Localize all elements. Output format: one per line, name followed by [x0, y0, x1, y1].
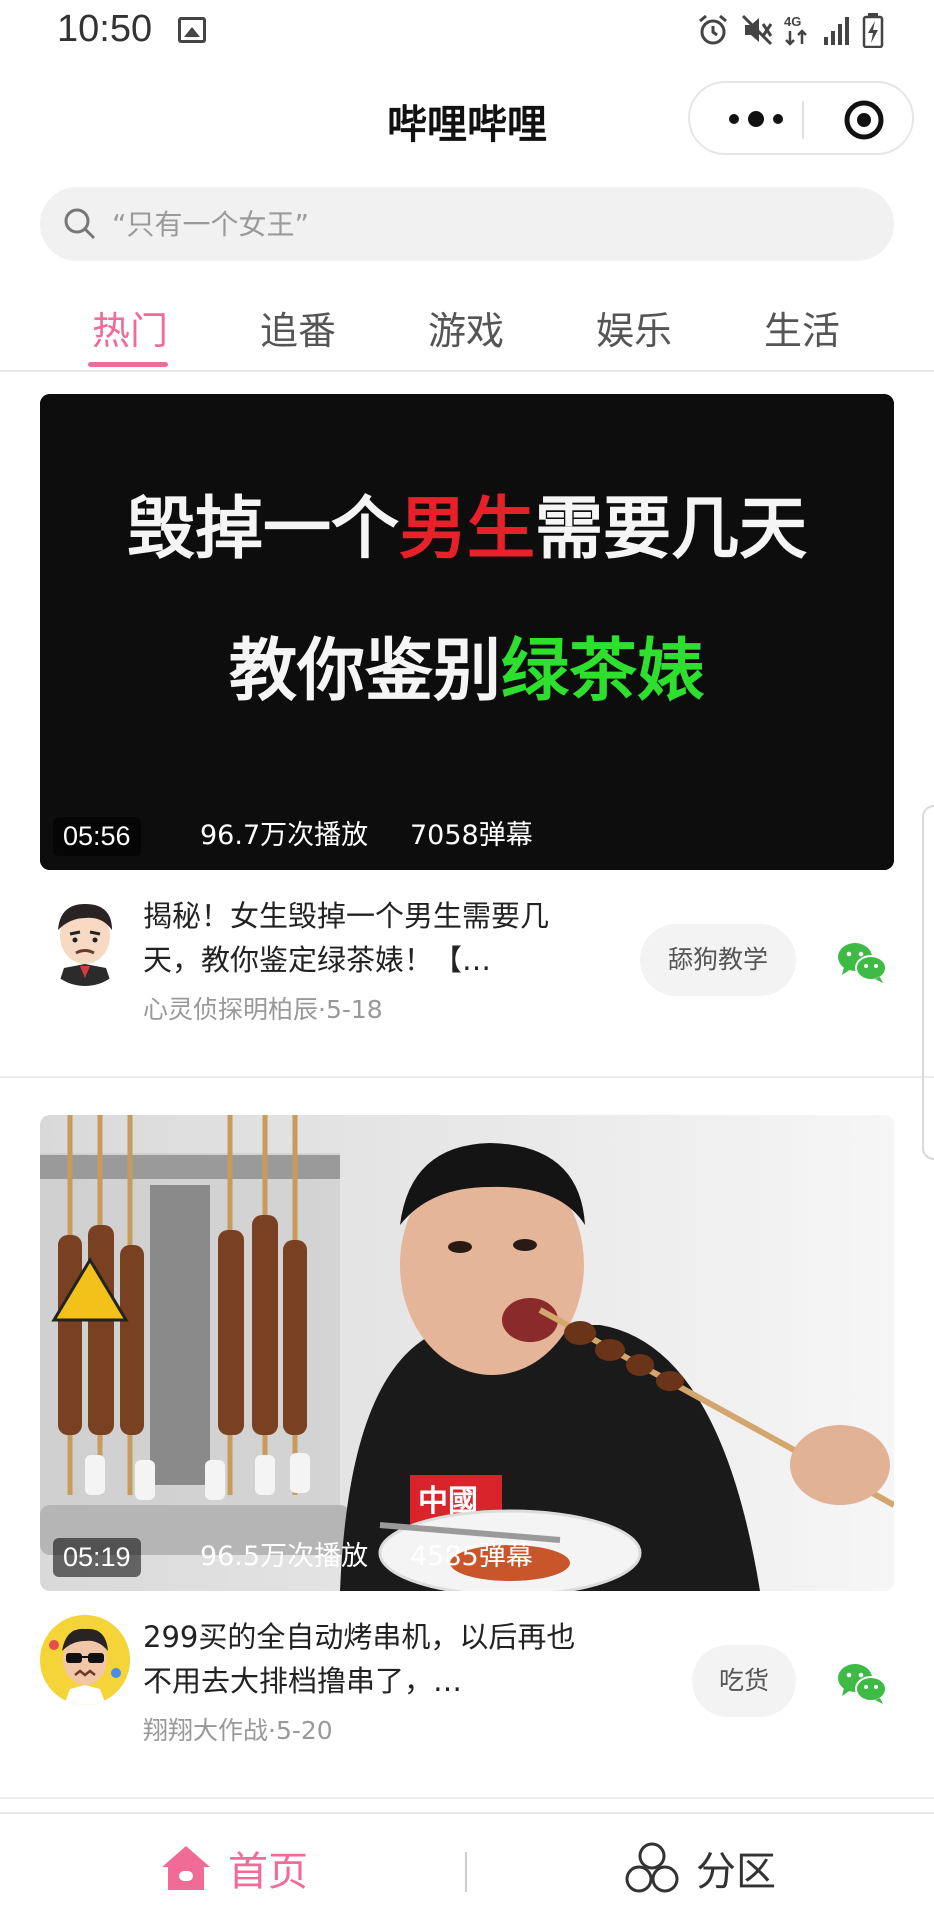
signal-icon — [824, 17, 849, 45]
capsule-divider — [802, 101, 804, 139]
categories-icon — [625, 1842, 679, 1893]
tab-life[interactable]: 生活 — [752, 300, 852, 355]
tab-entertainment[interactable]: 娱乐 — [584, 300, 684, 355]
active-tab-indicator — [88, 362, 168, 367]
video-tag[interactable]: 吃货 — [692, 1645, 796, 1717]
card-divider — [0, 1076, 934, 1078]
tab-anime[interactable]: 追番 — [248, 300, 348, 355]
view-count: 96.7万次播放 — [200, 820, 369, 851]
wechat-share-icon[interactable] — [836, 1661, 888, 1705]
miniprogram-capsule — [688, 81, 914, 155]
danmaku-count: 4585弹幕 — [410, 1541, 533, 1572]
svg-text:教你鉴别绿茶婊: 教你鉴别绿茶婊 — [229, 632, 705, 711]
avatar[interactable] — [40, 1615, 130, 1705]
thumb-text-1b: 男生 — [399, 490, 535, 569]
card-divider — [0, 1797, 934, 1799]
network-type-label: 4G — [784, 14, 801, 29]
author-date[interactable]: 心灵侦探明柏辰·5-18 — [143, 990, 383, 1026]
video-tag[interactable]: 舔狗教学 — [640, 924, 796, 996]
search-input[interactable] — [112, 187, 872, 261]
search-icon — [64, 208, 96, 240]
danmaku-count: 7058弹幕 — [410, 820, 533, 851]
scroll-indicator[interactable] — [922, 805, 934, 1160]
author-date[interactable]: 翔翔大作战·5-20 — [143, 1711, 333, 1747]
video-thumbnail[interactable]: 毁掉一个男生需要几天 教你鉴别绿茶婊 05:56 96.7万次播放 7058弹幕 — [40, 394, 894, 870]
video-duration: 05:56 — [53, 817, 141, 856]
video-title[interactable]: 揭秘！女生毁掉一个男生需要几天，教你鉴定绿茶婊！【… — [143, 894, 583, 982]
video-thumbnail[interactable]: 中國 05:19 96.5万次播放 4585弹幕 — [40, 1115, 894, 1591]
thumb-text-1a: 毁掉一个 — [127, 490, 399, 569]
nav-categories-label: 分区 — [696, 1849, 776, 1895]
view-count: 96.5万次播放 — [200, 1541, 369, 1572]
cartoon-avatar-icon — [58, 904, 112, 986]
video-title[interactable]: 299买的全自动烤串机，以后再也不用去大排档撸串了，… — [143, 1615, 583, 1703]
nav-categories[interactable]: 分区 — [624, 1814, 776, 1920]
thumb-text-1c: 需要几天 — [535, 490, 807, 569]
home-icon — [162, 1846, 210, 1890]
cartoon-avatar-icon — [40, 1615, 130, 1705]
wechat-share-icon[interactable] — [836, 940, 888, 984]
nav-home-label: 首页 — [228, 1849, 308, 1895]
search-bar[interactable] — [40, 187, 894, 261]
category-tabs: 热门 追番 游戏 娱乐 生活 — [0, 290, 934, 372]
bottom-nav: 首页 分区 — [0, 1812, 934, 1920]
thumb-text-2b: 绿茶婊 — [501, 632, 705, 711]
battery-charging-icon — [862, 13, 884, 48]
alarm-icon — [699, 14, 727, 45]
more-options-icon[interactable] — [720, 97, 820, 141]
tab-games[interactable]: 游戏 — [416, 300, 516, 355]
avatar[interactable] — [40, 896, 130, 986]
thumbnail-image: 中國 — [40, 1115, 894, 1591]
network-4g-icon: 4G — [784, 14, 807, 46]
nav-divider — [465, 1852, 467, 1892]
status-icons: 4G — [696, 12, 884, 48]
image-notification-icon — [178, 17, 206, 43]
svg-text:毁掉一个男生需要几天: 毁掉一个男生需要几天 — [127, 490, 807, 569]
video-duration: 05:19 — [53, 1538, 141, 1577]
thumb-text-2a: 教你鉴别 — [229, 632, 501, 711]
nav-home[interactable]: 首页 — [160, 1814, 308, 1920]
thumbnail-image: 毁掉一个男生需要几天 教你鉴别绿茶婊 — [40, 394, 894, 870]
tab-hot[interactable]: 热门 — [80, 300, 180, 355]
status-time: 10:50 — [57, 8, 153, 50]
close-miniprogram-icon[interactable] — [842, 98, 886, 142]
mute-icon — [741, 14, 773, 46]
status-bar: 10:50 4G — [0, 0, 934, 66]
